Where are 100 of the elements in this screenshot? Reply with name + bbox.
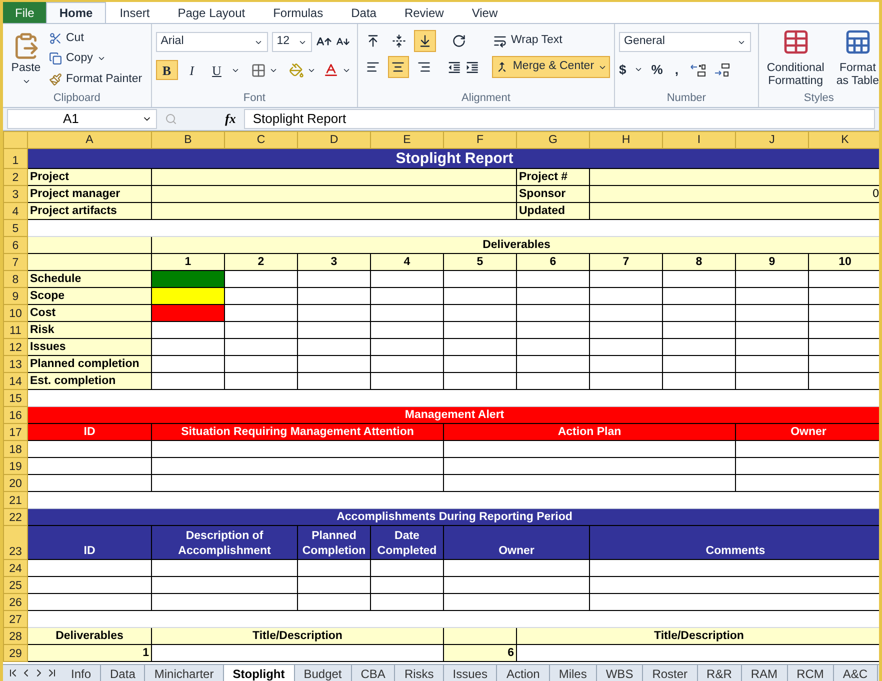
column-letter[interactable]: F — [444, 132, 516, 148]
font-name-field[interactable]: Arial — [156, 32, 268, 52]
format-as-table-button[interactable]: Format as Table — [836, 28, 879, 90]
merge-center-button[interactable]: Merge & Center — [492, 56, 610, 78]
row-number[interactable]: 13 — [4, 356, 28, 372]
ribbon-tab[interactable]: Insert — [106, 2, 164, 23]
row-number[interactable]: 21 — [4, 492, 28, 508]
cut-button[interactable]: Cut — [49, 30, 142, 48]
function-label[interactable]: fx — [225, 109, 236, 129]
column-letter[interactable]: K — [808, 132, 879, 148]
row-number[interactable]: 16 — [4, 406, 28, 424]
column-letter[interactable]: J — [736, 132, 808, 148]
row-number[interactable]: 24 — [4, 560, 28, 576]
file-tab[interactable]: File — [3, 2, 46, 23]
sheet-tab[interactable]: Risks — [395, 664, 444, 681]
column-letter[interactable]: I — [662, 132, 736, 148]
row-number[interactable]: 19 — [4, 458, 28, 474]
row-number[interactable]: 18 — [4, 440, 28, 458]
sheet-tab[interactable]: R&R — [698, 664, 742, 681]
wrap-text-button[interactable]: Wrap Text — [490, 30, 566, 52]
borders-icon[interactable] — [250, 62, 266, 78]
column-letter[interactable]: H — [590, 132, 662, 148]
ribbon-tab[interactable]: Formulas — [259, 2, 338, 23]
italic-button[interactable]: I — [180, 60, 203, 80]
row-number[interactable]: 20 — [4, 474, 28, 492]
sheet-tab[interactable]: Info — [62, 664, 102, 681]
row-number[interactable]: 2 — [4, 168, 28, 186]
sheet-tab[interactable]: RCM — [788, 664, 834, 681]
row-number[interactable]: 26 — [4, 594, 28, 610]
underline-button[interactable]: U — [206, 60, 228, 80]
format-painter-button[interactable]: Format Painter — [49, 70, 142, 88]
scissors-icon — [49, 32, 62, 46]
ribbon-tab[interactable]: Home — [46, 2, 106, 23]
ribbon-tab[interactable]: Data — [337, 2, 390, 23]
decrease-decimal-icon[interactable] — [714, 62, 730, 77]
comma-button[interactable]: , — [670, 60, 682, 80]
row-number[interactable]: 9 — [4, 288, 28, 304]
row-number[interactable]: 14 — [4, 372, 28, 390]
sheet-tab[interactable]: Roster — [643, 664, 698, 681]
row-number[interactable]: 29 — [4, 644, 28, 662]
column-letter[interactable]: G — [516, 132, 590, 148]
align-center-icon[interactable] — [388, 56, 410, 78]
column-header: Planned Completion — [298, 526, 370, 560]
sheet-tab[interactable]: RAM — [742, 664, 788, 681]
column-letter[interactable]: C — [224, 132, 298, 148]
paint-bucket-icon[interactable] — [288, 62, 304, 78]
orientation-icon[interactable] — [452, 34, 466, 48]
field-label: Project artifacts — [28, 202, 152, 220]
row-number[interactable]: 6 — [4, 236, 28, 254]
name-box[interactable]: A1 — [7, 109, 157, 129]
sheet-tab[interactable]: Stoplight — [224, 664, 295, 681]
row-number[interactable]: 22 — [4, 508, 28, 526]
column-letter[interactable]: D — [298, 132, 370, 148]
row-number[interactable]: 8 — [4, 270, 28, 288]
increase-indent-icon[interactable] — [465, 60, 480, 74]
decrease-indent-icon[interactable] — [446, 60, 462, 74]
row-number[interactable]: 5 — [4, 220, 28, 236]
first-sheet-icon[interactable] — [7, 667, 19, 679]
copy-button[interactable]: Copy — [49, 50, 142, 68]
conditional-formatting-button[interactable]: Conditional Formatting — [766, 28, 824, 90]
ribbon-tab[interactable]: Review — [390, 2, 458, 23]
sheet-tab[interactable]: CBA — [352, 664, 396, 681]
formula-field[interactable]: Stoplight Report — [244, 109, 875, 129]
row-number[interactable]: 17 — [4, 424, 28, 440]
row-number[interactable]: 3 — [4, 186, 28, 202]
row-number[interactable]: 11 — [4, 322, 28, 338]
sheet-tab[interactable]: Miles — [550, 664, 597, 681]
ribbon-tab[interactable]: Page Layout — [164, 2, 260, 23]
sheet-tab[interactable]: A&C — [834, 664, 878, 681]
row-number[interactable]: 25 — [4, 576, 28, 594]
row-number[interactable]: 10 — [4, 304, 28, 322]
column-letter[interactable]: B — [152, 132, 224, 148]
sheet-tab[interactable]: Issues — [444, 664, 498, 681]
last-sheet-icon[interactable] — [46, 667, 58, 679]
number-format-field[interactable]: General — [619, 32, 752, 52]
percent-button[interactable]: % — [651, 60, 663, 80]
group-label: Styles — [802, 90, 835, 106]
paste-button[interactable]: Paste — [7, 28, 45, 88]
table-cell — [808, 288, 879, 304]
row-number[interactable]: 7 — [4, 254, 28, 270]
sheet-tab[interactable]: Data — [101, 664, 146, 681]
increase-decimal-icon[interactable] — [690, 62, 706, 77]
font-color-icon[interactable] — [322, 62, 339, 78]
column-letter[interactable]: A — [28, 132, 152, 148]
row-number[interactable]: 4 — [4, 202, 28, 220]
row-number[interactable]: 28 — [4, 628, 28, 644]
ribbon-tab[interactable]: View — [458, 2, 512, 23]
sheet-tab[interactable]: WBS — [596, 664, 644, 681]
sheet-tab[interactable]: Action — [497, 664, 550, 681]
row-number[interactable]: 23 — [4, 526, 28, 560]
row-number[interactable]: 27 — [4, 610, 28, 628]
bold-button[interactable]: B — [156, 60, 178, 80]
row-number[interactable]: 1 — [4, 148, 28, 168]
font-size-field[interactable]: 12 — [272, 32, 312, 52]
row-number[interactable]: 12 — [4, 338, 28, 356]
column-letter[interactable]: E — [370, 132, 444, 148]
sheet-tab[interactable]: Budget — [294, 664, 352, 681]
currency-button[interactable]: $ — [619, 60, 626, 80]
row-number[interactable]: 15 — [4, 390, 28, 406]
align-bottom-icon[interactable] — [414, 30, 436, 52]
